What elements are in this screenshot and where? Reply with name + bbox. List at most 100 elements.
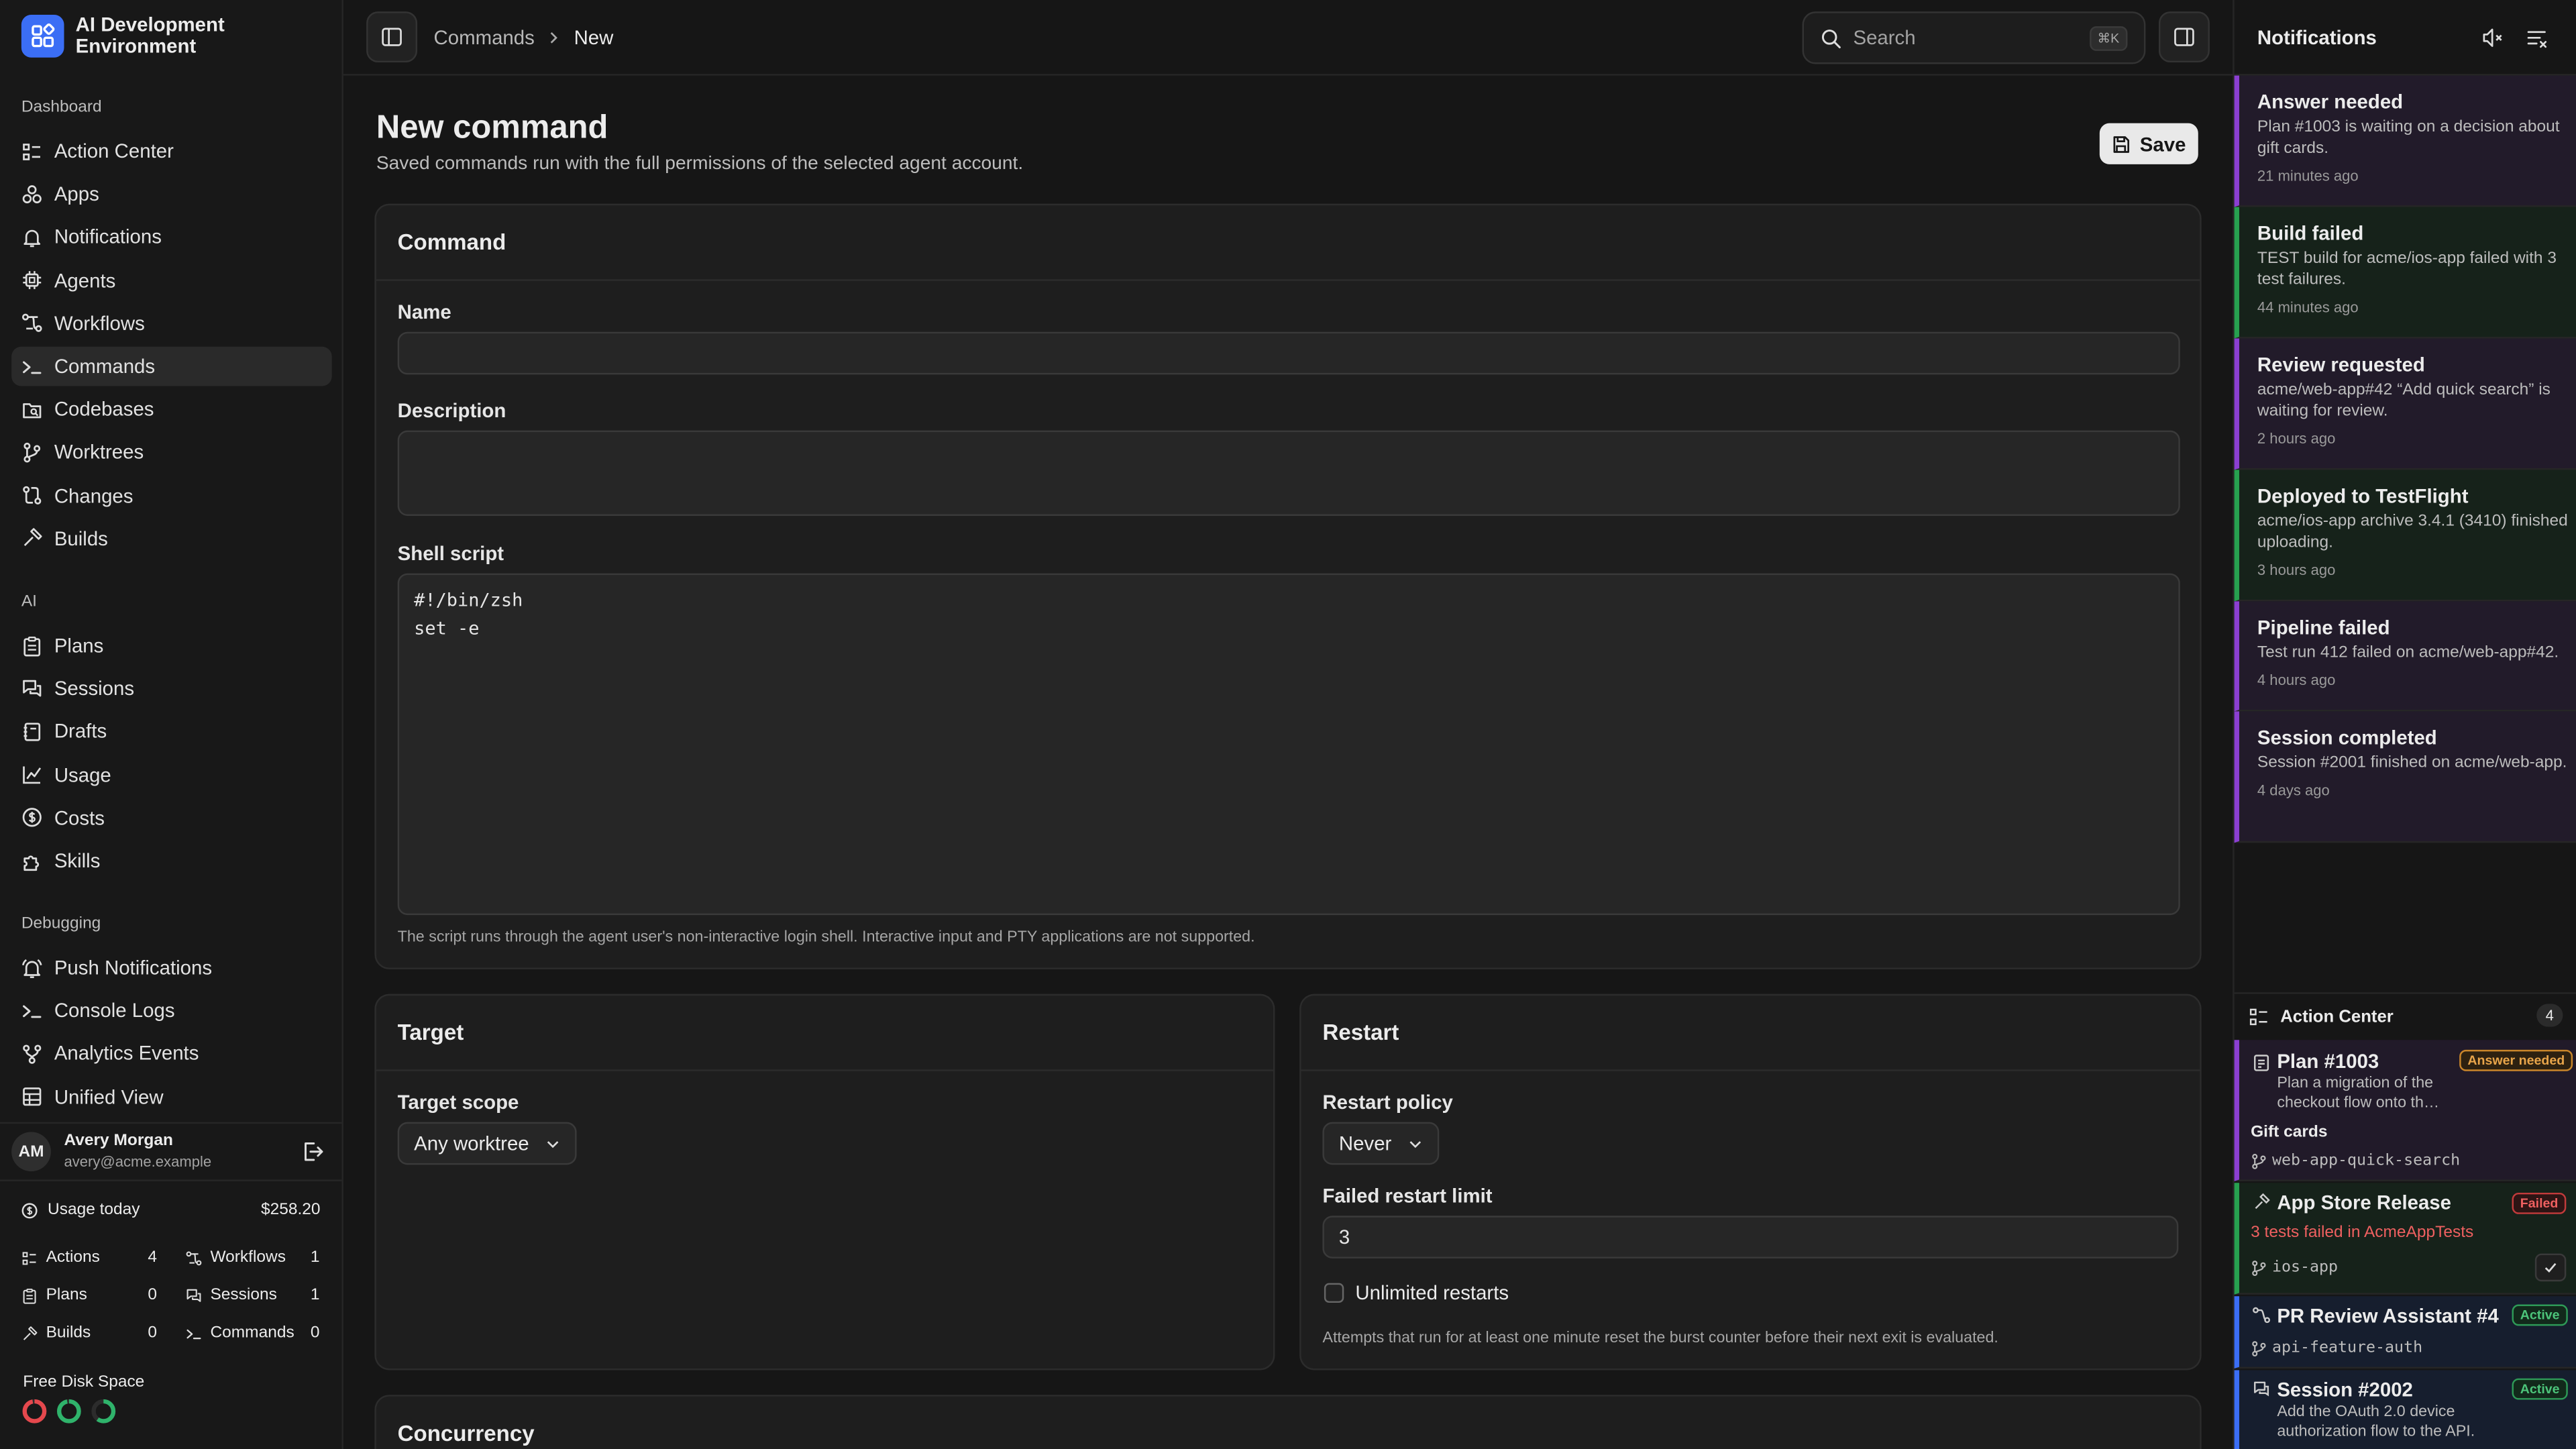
shell-script-help: The script runs through the agent user's… xyxy=(397,928,1255,947)
breadcrumb-commands[interactable]: Commands xyxy=(434,26,535,49)
sidebar-item-commands[interactable]: Commands xyxy=(11,346,332,386)
sidebar-item-changes[interactable]: Changes xyxy=(11,476,332,515)
sidebar-item-notifications[interactable]: Notifications xyxy=(11,217,332,257)
sidebar-item-plans[interactable]: Plans xyxy=(11,626,332,665)
stat-workflows[interactable]: Workflows xyxy=(186,1248,286,1267)
action-item-title: PR Review Assistant #4… xyxy=(2277,1304,2499,1328)
chevron-right-icon xyxy=(551,32,558,44)
notification-item[interactable]: Build failed TEST build for acme/ios-app … xyxy=(2234,207,2576,339)
terminal-icon xyxy=(23,1004,42,1018)
clipboard-icon xyxy=(2254,1055,2269,1071)
status-badge: Answer needed xyxy=(2459,1049,2573,1071)
chat-icon xyxy=(2254,1381,2269,1397)
dollar-circle-icon xyxy=(21,1202,38,1218)
target-scope-value: Any worktree xyxy=(414,1132,529,1155)
name-field[interactable] xyxy=(397,331,2180,375)
sidebar-item-agents[interactable]: Agents xyxy=(11,260,332,300)
sidebar-item-costs[interactable]: Costs xyxy=(11,798,332,838)
sidebar-item-codebases[interactable]: Codebases xyxy=(11,390,332,429)
sidebar-item-unified-view[interactable]: Unified View xyxy=(11,1077,332,1117)
sidebar-item-push-notifications[interactable]: Push Notifications xyxy=(11,948,332,987)
git-branch-icon xyxy=(23,442,41,463)
usage-value: $258.20 xyxy=(261,1201,321,1220)
restart-policy-label: Restart policy xyxy=(1322,1091,1453,1114)
stat-actions[interactable]: Actions xyxy=(21,1248,100,1267)
mute-icon[interactable] xyxy=(2481,26,2504,49)
action-item-plan[interactable]: Plan #1003 Answer needed Plan a migratio… xyxy=(2234,1040,2576,1181)
toggle-notifications-panel-button[interactable] xyxy=(2158,11,2210,63)
notification-body: Plan #1003 is waiting on a decision abou… xyxy=(2257,118,2560,158)
sidebar-item-builds[interactable]: Builds xyxy=(11,519,332,558)
action-item-title: App Store Release xyxy=(2277,1191,2452,1214)
restart-help: Attempts that run for at least one minut… xyxy=(1322,1329,1998,1348)
notification-item[interactable]: Session completed Session #2001 finished … xyxy=(2234,711,2576,843)
notification-body: Session #2001 finished on acme/web-app. xyxy=(2257,754,2567,773)
sidebar-item-action-center[interactable]: Action Center xyxy=(11,131,332,171)
bell-ring-icon xyxy=(21,958,42,977)
chat-icon xyxy=(186,1288,201,1301)
stat-builds[interactable]: Builds xyxy=(21,1324,91,1342)
save-icon xyxy=(2114,135,2131,152)
notification-item[interactable]: Review requested acme/web-app#42 “Add qui… xyxy=(2234,338,2576,470)
sidebar-item-apps[interactable]: Apps xyxy=(11,174,332,214)
target-card-title: Target xyxy=(376,996,1273,1071)
action-item-pr-review[interactable]: PR Review Assistant #4… Active api-featu… xyxy=(2234,1296,2576,1369)
concurrency-card-title: Concurrency xyxy=(397,1421,535,1446)
breadcrumb: Commands New xyxy=(434,26,614,49)
action-item-app-store-release[interactable]: App Store Release Failed 3 tests failed … xyxy=(2234,1183,2576,1295)
logout-icon[interactable] xyxy=(301,1140,323,1163)
shell-script-editor[interactable]: #!/bin/zsh set -e xyxy=(397,573,2180,916)
notifications-header: Notifications xyxy=(2234,0,2576,76)
git-branch-icon xyxy=(2252,1341,2266,1357)
stat-sessions[interactable]: Sessions xyxy=(186,1287,277,1305)
sidebar: AI Development Environment Dashboard Act… xyxy=(0,0,343,1449)
hammer-icon xyxy=(2255,1193,2270,1210)
sidebar-item-label: Agents xyxy=(54,268,116,292)
apps-icon xyxy=(22,184,42,203)
failed-restart-limit-field[interactable] xyxy=(1322,1216,2179,1258)
notification-body: Test run 412 failed on acme/web-app#42. xyxy=(2257,644,2559,662)
stat-value: 1 xyxy=(310,1286,320,1305)
action-center-header[interactable]: Action Center 4 xyxy=(2234,992,2576,1038)
sidebar-item-usage[interactable]: Usage xyxy=(11,755,332,795)
action-item-extra: Gift cards xyxy=(2251,1124,2328,1142)
clear-all-icon[interactable] xyxy=(2525,26,2548,49)
sidebar-item-sessions[interactable]: Sessions xyxy=(11,669,332,708)
unlimited-restarts-checkbox[interactable] xyxy=(1324,1283,1344,1303)
checklist-icon xyxy=(22,1251,36,1265)
user-menu[interactable]: AM Avery Morgan avery@acme.example xyxy=(0,1122,342,1181)
restart-policy-select[interactable]: Never xyxy=(1322,1122,1440,1165)
sidebar-right-icon xyxy=(2174,28,2194,46)
brand[interactable]: AI Development Environment xyxy=(21,14,273,58)
section-title-ai: AI xyxy=(21,593,37,612)
name-label: Name xyxy=(397,301,451,324)
toggle-sidebar-button[interactable] xyxy=(366,11,418,63)
terminal-icon xyxy=(186,1328,201,1339)
sidebar-item-drafts[interactable]: Drafts xyxy=(11,712,332,751)
stat-commands[interactable]: Commands xyxy=(186,1324,294,1342)
description-field[interactable] xyxy=(397,430,2180,516)
sidebar-item-console-logs[interactable]: Console Logs xyxy=(11,991,332,1030)
notification-item[interactable]: Pipeline failed Test run 412 failed on ac… xyxy=(2234,601,2576,712)
topbar: Commands New Search ⌘K xyxy=(343,0,2233,76)
sidebar-item-analytics-events[interactable]: Analytics Events xyxy=(11,1034,332,1073)
action-center-title: Action Center xyxy=(2280,1007,2394,1027)
acknowledge-button[interactable] xyxy=(2534,1253,2567,1282)
page-subtitle: Saved commands run with the full permiss… xyxy=(376,154,1024,174)
sidebar-item-label: Drafts xyxy=(54,720,107,743)
search-input[interactable]: Search ⌘K xyxy=(1802,11,2146,64)
stat-label: Builds xyxy=(46,1324,91,1342)
sidebar-item-worktrees[interactable]: Worktrees xyxy=(11,433,332,472)
sidebar-item-workflows[interactable]: Workflows xyxy=(11,304,332,343)
stat-label: Sessions xyxy=(210,1286,277,1305)
restart-card: Restart Restart policy Never Failed rest… xyxy=(1299,994,2202,1371)
target-scope-select[interactable]: Any worktree xyxy=(397,1122,577,1165)
action-item-session[interactable]: Session #2002 Active Add the OAuth 2.0 d… xyxy=(2234,1370,2576,1449)
status-badge: Failed xyxy=(2512,1192,2567,1214)
notification-item[interactable]: Deployed to TestFlight acme/ios-app archi… xyxy=(2234,470,2576,602)
notification-title: Answer needed xyxy=(2257,90,2404,113)
notification-item[interactable]: Answer needed Plan #1003 is waiting on a … xyxy=(2234,75,2576,207)
sidebar-item-skills[interactable]: Skills xyxy=(11,841,332,881)
save-button[interactable]: Save xyxy=(2099,123,2198,164)
stat-plans[interactable]: Plans xyxy=(21,1287,87,1305)
